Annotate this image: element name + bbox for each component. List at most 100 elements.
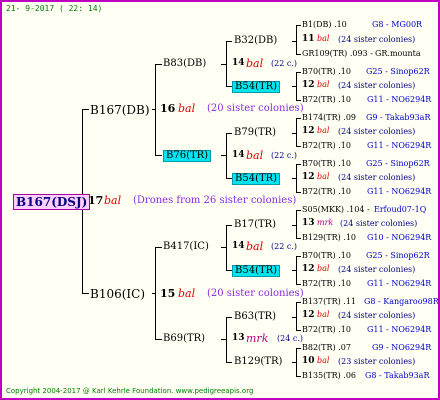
connector-line bbox=[82, 293, 89, 294]
l4-left-9[interactable]: S05(MKK) .104 - bbox=[302, 206, 370, 214]
l4-left-16[interactable]: B135(TR) .06 bbox=[302, 372, 356, 380]
l2-mark-2: bal bbox=[246, 149, 264, 162]
l4-right-6: G11 - NO6294R bbox=[367, 141, 432, 150]
connector-line bbox=[155, 339, 162, 340]
l4-right-14: G11 - NO6294R bbox=[367, 325, 432, 334]
connector-line bbox=[296, 348, 297, 377]
l4-right-16: G8 - Takab93aR bbox=[365, 371, 430, 380]
l4-left-15[interactable]: B82(TR) .07 bbox=[302, 344, 351, 352]
timestamp-header: 21- 9-2017 ( 22: 14) bbox=[6, 4, 103, 13]
connector-line bbox=[296, 256, 301, 257]
l4-left-13[interactable]: B137(TR) .11 bbox=[302, 298, 356, 306]
l4-right-3: G25 - Sinop62R bbox=[366, 67, 430, 76]
l3-label-8[interactable]: B129(TR) bbox=[234, 357, 282, 367]
l4-left-14[interactable]: B72(TR) .10 bbox=[302, 326, 351, 334]
l4-left-10[interactable]: B129(TR) .10 bbox=[302, 234, 356, 242]
l4-left-6[interactable]: B72(TR) .10 bbox=[302, 142, 351, 150]
l2-note-4: (24 c.) bbox=[277, 334, 303, 343]
l4-left-1[interactable]: B1(DB) .10 bbox=[302, 21, 347, 29]
l3-note-8: (23 sister colonies) bbox=[338, 357, 416, 366]
l3-mark-7: bal bbox=[317, 310, 330, 319]
l3-gen-3: 12 bbox=[302, 126, 315, 136]
l4-left-11[interactable]: B70(TR) .10 bbox=[302, 252, 351, 260]
l2-label-1[interactable]: B83(DB) bbox=[163, 59, 206, 69]
l3-label-1[interactable]: B32(DB) bbox=[234, 36, 277, 46]
l4-left-8[interactable]: B72(TR) .10 bbox=[302, 188, 351, 196]
connector-line bbox=[292, 86, 296, 87]
connector-line bbox=[226, 362, 232, 363]
l2-label-2[interactable]: B76(TR) bbox=[163, 150, 212, 162]
l3-label-7[interactable]: B63(TR) bbox=[234, 312, 276, 322]
connector-line bbox=[292, 317, 296, 318]
connector-line bbox=[155, 247, 162, 248]
connector-line bbox=[296, 25, 297, 55]
connector-line bbox=[221, 339, 226, 340]
l4-right-5: G9 - Takab93aR bbox=[366, 113, 431, 122]
root-mark: bal bbox=[104, 194, 122, 207]
l3-gen-4: 12 bbox=[302, 172, 315, 182]
l2-mark-4: mrk bbox=[246, 332, 269, 345]
l3-mark-3: bal bbox=[317, 126, 330, 135]
l4-left-12[interactable]: B72(TR) .10 bbox=[302, 280, 351, 288]
l3-label-5[interactable]: B17(TR) bbox=[234, 220, 276, 230]
l3-label-6[interactable]: B54(TR) bbox=[232, 265, 281, 277]
l4-left-2[interactable]: GR109(TR) .093 - bbox=[302, 50, 373, 58]
connector-line bbox=[296, 72, 297, 101]
connector-line bbox=[226, 317, 227, 363]
connector-line bbox=[296, 330, 301, 331]
l3-label-2[interactable]: B54(TR) bbox=[232, 81, 281, 93]
l3-mark-5: mrk bbox=[317, 218, 334, 227]
connector-line bbox=[296, 348, 301, 349]
l4-left-4[interactable]: B72(TR) .10 bbox=[302, 96, 351, 104]
sire-label[interactable]: B167(DB) bbox=[90, 104, 150, 116]
l4-left-7[interactable]: B70(TR) .10 bbox=[302, 160, 351, 168]
l4-left-5[interactable]: B174(TR) .09 bbox=[302, 114, 356, 122]
connector-line bbox=[292, 225, 296, 226]
l2-label-4[interactable]: B69(TR) bbox=[163, 334, 205, 344]
l2-mark-3: bal bbox=[246, 240, 264, 253]
l4-right-10: G10 - NO6294R bbox=[367, 233, 432, 242]
l4-right-9: Erfoud07-1Q bbox=[374, 205, 427, 214]
connector-line bbox=[82, 109, 89, 110]
root-note: (Drones from 26 sister colonies) bbox=[133, 195, 297, 206]
connector-line bbox=[226, 133, 227, 179]
l3-note-2: (24 sister colonies) bbox=[338, 81, 416, 90]
l3-mark-8: bal bbox=[317, 356, 330, 365]
connector-line bbox=[296, 302, 297, 331]
l4-right-1: G8 - MG00R bbox=[372, 20, 423, 29]
dam-generation: 15 bbox=[160, 287, 176, 300]
l4-left-3[interactable]: B70(TR) .10 bbox=[302, 68, 351, 76]
l3-label-4[interactable]: B54(TR) bbox=[232, 173, 281, 185]
connector-line bbox=[226, 225, 227, 271]
connector-line bbox=[292, 133, 296, 134]
dam-note: (20 sister colonies) bbox=[207, 288, 304, 299]
dam-label[interactable]: B106(IC) bbox=[90, 288, 145, 300]
l3-note-6: (24 sister colonies) bbox=[338, 265, 416, 274]
l3-gen-7: 12 bbox=[302, 310, 315, 320]
l3-label-3[interactable]: B79(TR) bbox=[234, 128, 276, 138]
connector-line bbox=[296, 164, 301, 165]
l3-gen-5: 13 bbox=[302, 218, 315, 228]
l3-mark-2: bal bbox=[317, 80, 330, 89]
connector-line bbox=[296, 25, 301, 26]
connector-line bbox=[226, 41, 227, 87]
connector-line bbox=[292, 270, 296, 271]
connector-line bbox=[296, 164, 297, 193]
copyright-footer: Copyright 2004-2017 @ Karl Kehrle Founda… bbox=[6, 387, 254, 395]
l2-label-3[interactable]: B417(IC) bbox=[163, 242, 209, 252]
root-queen-label[interactable]: B167(DSJ) bbox=[13, 194, 91, 210]
connector-line bbox=[292, 41, 296, 42]
connector-line bbox=[296, 192, 301, 193]
connector-line bbox=[296, 118, 297, 147]
l4-right-7: G25 - Sinop62R bbox=[366, 159, 430, 168]
connector-line bbox=[296, 54, 301, 55]
connector-line bbox=[155, 247, 156, 340]
l4-right-2: GR.mounta bbox=[375, 49, 421, 58]
connector-line bbox=[226, 133, 232, 134]
sire-mark: bal bbox=[178, 102, 196, 115]
connector-line bbox=[296, 72, 301, 73]
l2-mark-1: bal bbox=[246, 57, 264, 70]
sire-generation: 16 bbox=[160, 102, 176, 115]
connector-line bbox=[296, 302, 301, 303]
connector-line bbox=[226, 225, 232, 226]
